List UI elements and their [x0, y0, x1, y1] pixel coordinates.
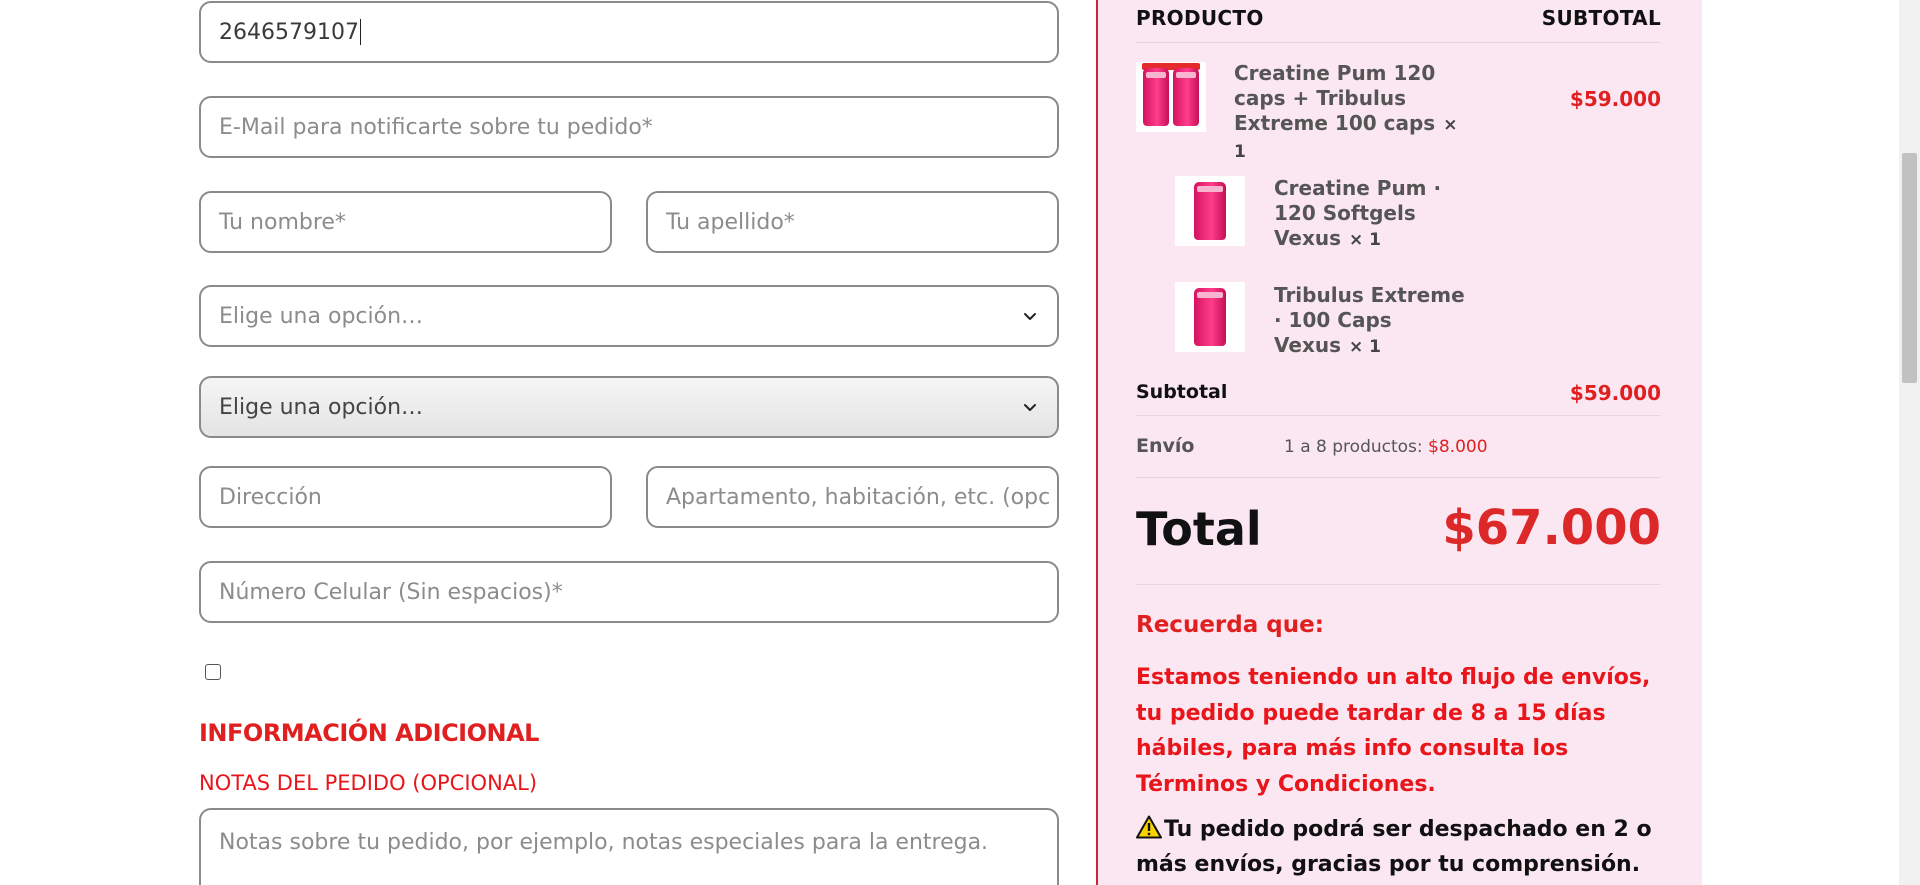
tribulus-item-name: Tribulus Extreme · 100 Caps Vexus × 1 — [1274, 283, 1474, 360]
product-jar — [1173, 68, 1199, 126]
divider — [1136, 415, 1661, 416]
bundle-item-price: $59.000 — [1569, 87, 1661, 111]
notice-title: Recuerda que: — [1136, 612, 1324, 638]
total-value: $67.000 — [1442, 500, 1661, 556]
apartment-field[interactable]: Apartamento, habitación, etc. (opc — [646, 466, 1059, 528]
region-select[interactable]: Elige una opción… — [199, 285, 1059, 347]
bundle-product-image — [1136, 62, 1206, 132]
split-shipment-notice: Tu pedido podrá ser despachado en 2 o má… — [1136, 812, 1676, 882]
order-notes-textarea[interactable]: Notas sobre tu pedido, por ejemplo, nota… — [199, 808, 1059, 885]
chevron-down-icon — [1024, 404, 1036, 411]
phone-input[interactable]: 2646579107 — [199, 1, 1059, 63]
shipping-desc: 1 a 8 productos: — [1284, 437, 1423, 457]
chevron-down-icon — [1024, 313, 1036, 320]
product-jar — [1194, 288, 1226, 346]
product-jar — [1143, 68, 1169, 126]
scrollbar-thumb[interactable] — [1902, 153, 1917, 383]
region-select-value: Elige una opción… — [219, 303, 424, 329]
shipping-value: 1 a 8 productos: $8.000 — [1284, 437, 1488, 457]
checkout-page: 2646579107 E-Mail para notificarte sobre… — [0, 0, 1920, 885]
address-placeholder: Dirección — [219, 484, 322, 510]
creatine-product-image — [1175, 176, 1245, 246]
order-notes-label: NOTAS DEL PEDIDO (OPCIONAL) — [199, 771, 538, 795]
warning-icon — [1136, 815, 1162, 839]
subtotal-value: $59.000 — [1569, 381, 1661, 405]
shipping-cost: $8.000 — [1428, 437, 1488, 457]
mobile-number-field[interactable]: Número Celular (Sin espacios)* — [199, 561, 1059, 623]
bundle-item-title: Creatine Pum 120 caps + Tribulus Extreme… — [1234, 61, 1436, 135]
page-scrollbar[interactable] — [1899, 0, 1920, 885]
city-select-value: Elige una opción… — [219, 394, 424, 420]
email-field[interactable]: E-Mail para notificarte sobre tu pedido* — [199, 96, 1059, 158]
mobile-placeholder: Número Celular (Sin espacios)* — [219, 579, 563, 605]
last-name-placeholder: Tu apellido* — [666, 209, 795, 235]
first-name-placeholder: Tu nombre* — [219, 209, 346, 235]
creatine-item-name: Creatine Pum · 120 Softgels Vexus × 1 — [1274, 176, 1474, 253]
first-name-field[interactable]: Tu nombre* — [199, 191, 612, 253]
city-select[interactable]: Elige una opción… — [199, 376, 1059, 438]
product-jar — [1194, 182, 1226, 240]
split-shipment-text: Tu pedido podrá ser despachado en 2 o má… — [1136, 817, 1652, 877]
column-header-product: PRODUCTO — [1136, 6, 1264, 30]
additional-info-heading: INFORMACIÓN ADICIONAL — [199, 719, 539, 747]
divider — [1136, 477, 1661, 478]
tribulus-product-image — [1175, 282, 1245, 352]
divider — [1136, 584, 1661, 585]
terms-checkbox[interactable] — [205, 664, 221, 680]
email-placeholder: E-Mail para notificarte sobre tu pedido* — [219, 114, 653, 140]
phone-input-value: 2646579107 — [219, 19, 359, 45]
shipping-label: Envío — [1136, 435, 1195, 457]
total-label: Total — [1136, 502, 1262, 556]
text-caret — [359, 19, 361, 45]
order-notes-placeholder: Notas sobre tu pedido, por ejemplo, nota… — [219, 830, 989, 855]
bundle-item-name: Creatine Pum 120 caps + Tribulus Extreme… — [1234, 61, 1474, 165]
shipping-delay-notice: Estamos teniendo un alto flujo de envíos… — [1136, 665, 1651, 797]
divider — [1136, 42, 1661, 43]
last-name-field[interactable]: Tu apellido* — [646, 191, 1059, 253]
creatine-item-qty: × 1 — [1349, 230, 1381, 250]
tribulus-item-qty: × 1 — [1349, 337, 1381, 357]
address-field[interactable]: Dirección — [199, 466, 612, 528]
subtotal-label: Subtotal — [1136, 381, 1228, 403]
apartment-placeholder: Apartamento, habitación, etc. (opc — [666, 484, 1051, 510]
column-header-subtotal: SUBTOTAL — [1541, 6, 1661, 30]
